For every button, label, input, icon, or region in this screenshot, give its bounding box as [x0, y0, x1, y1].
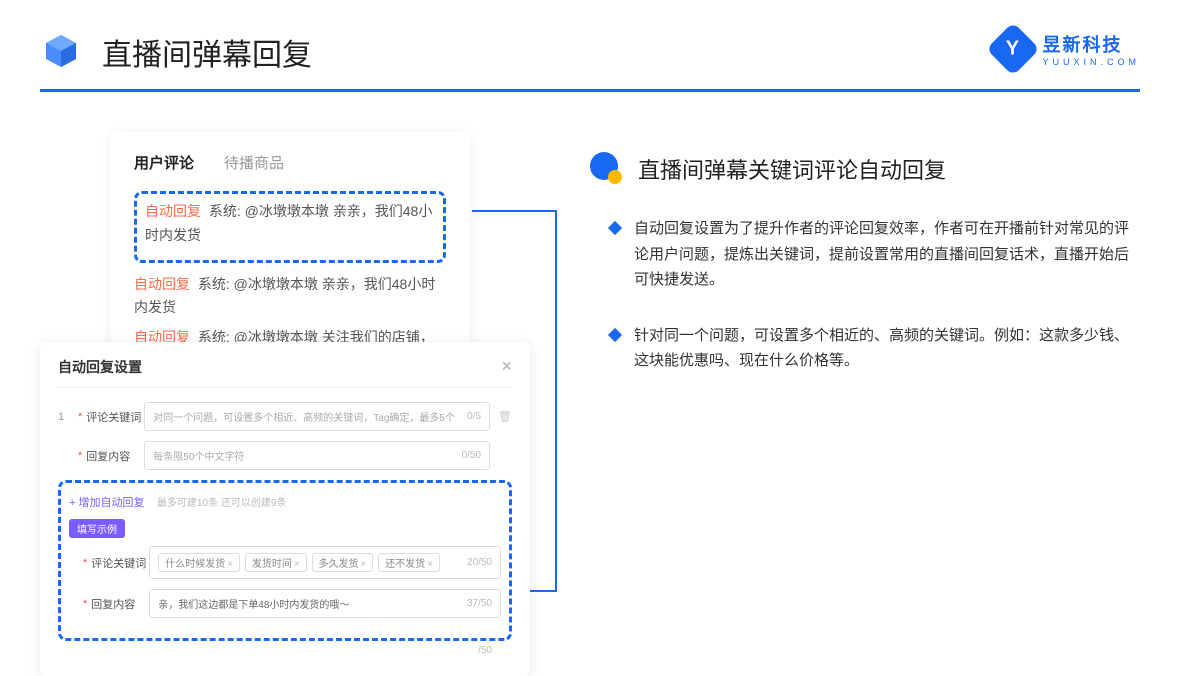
diamond-icon — [608, 221, 622, 235]
bullet-text: 自动回复设置为了提升作者的评论回复效率，作者可在开播前针对常见的评论用户问题，提… — [634, 216, 1140, 293]
keyword-label: 评论关键词 — [86, 409, 144, 425]
bullet-item: 针对同一个问题，可设置多个相近的、高频的关键词。例如：这款多少钱、这块能优惠吗、… — [590, 323, 1140, 374]
example-content-input[interactable]: 亲，我们这边都是下单48小时内发货的哦～ 37/50 — [149, 589, 501, 618]
brand-url: YUUXIN.COM — [1042, 57, 1140, 67]
trash-icon[interactable]: 🗑 — [498, 410, 512, 423]
brand-name: 昱新科技 — [1042, 31, 1140, 57]
bullet-circle-icon — [590, 152, 624, 186]
auto-reply-settings-card: 自动回复设置 × 1 * 评论关键词 对同一个问题，可设置多个相近、高频的关键词… — [40, 342, 530, 676]
required-star: * — [83, 557, 87, 569]
keyword-count: 0/5 — [467, 411, 481, 422]
content-count: 0/50 — [462, 450, 481, 461]
required-star: * — [78, 411, 82, 423]
add-auto-reply-link[interactable]: + 增加自动回复 — [69, 497, 144, 509]
bullet-text: 针对同一个问题，可设置多个相近的、高频的关键词。例如：这款多少钱、这块能优惠吗、… — [634, 323, 1140, 374]
add-hint: 最多可建10条 还可以创建9条 — [157, 498, 286, 509]
example-section: + 增加自动回复 最多可建10条 还可以创建9条 填写示例 * 评论关键词 什么… — [58, 480, 512, 641]
comment-row: 自动回复 系统: @冰墩墩本墩 亲亲，我们48小时内发货 — [134, 273, 446, 321]
example-keyword-count: 20/50 — [467, 557, 492, 568]
brand-icon: Y — [987, 22, 1041, 76]
close-icon[interactable]: × — [501, 356, 512, 377]
example-keyword-label: 评论关键词 — [91, 555, 149, 571]
header-divider — [40, 89, 1140, 92]
content-label: 回复内容 — [86, 448, 144, 464]
highlighted-comment: 自动回复 系统: @冰墩墩本墩 亲亲，我们48小时内发货 — [134, 191, 446, 263]
section-title: 直播间弹幕关键词评论自动回复 — [638, 153, 946, 185]
outer-count: /50 — [478, 645, 492, 656]
tag-chip[interactable]: 什么时候发货× — [158, 553, 240, 572]
connector-line — [472, 210, 557, 212]
row-number: 1 — [58, 411, 78, 423]
content-input[interactable]: 每条限50个中文字符 0/50 — [144, 441, 490, 470]
example-keyword-input[interactable]: 什么时候发货× 发货时间× 多久发货× 还不发货× 20/50 — [149, 546, 501, 579]
comments-tabs: 用户评论 待播商品 — [134, 152, 446, 173]
tag-chip[interactable]: 多久发货× — [312, 553, 374, 572]
page-title: 直播间弹幕回复 — [102, 30, 312, 74]
brand-logo: Y 昱新科技 YUUXIN.COM — [994, 30, 1140, 68]
required-star: * — [78, 450, 82, 462]
bullet-item: 自动回复设置为了提升作者的评论回复效率，作者可在开播前针对常见的评论用户问题，提… — [590, 216, 1140, 293]
connector-line — [555, 210, 557, 590]
logo-cube-icon — [40, 31, 82, 73]
example-content-count: 37/50 — [467, 598, 492, 609]
tab-user-comments[interactable]: 用户评论 — [134, 152, 194, 173]
settings-title: 自动回复设置 — [58, 357, 142, 377]
example-content-label: 回复内容 — [91, 596, 149, 612]
tag-chip[interactable]: 还不发货× — [378, 553, 440, 572]
example-badge: 填写示例 — [69, 519, 125, 538]
section-heading: 直播间弹幕关键词评论自动回复 — [590, 152, 1140, 186]
tab-pending-products[interactable]: 待播商品 — [224, 152, 284, 173]
keyword-input[interactable]: 对同一个问题，可设置多个相近、高频的关键词，Tag确定，最多5个 0/5 — [144, 402, 490, 431]
required-star: * — [83, 598, 87, 610]
tag-chip[interactable]: 发货时间× — [245, 553, 307, 572]
diamond-icon — [608, 327, 622, 341]
comment-row: 自动回复 系统: @冰墩墩本墩 亲亲，我们48小时内发货 — [145, 200, 435, 248]
auto-reply-tag: 自动回复 — [145, 203, 201, 219]
auto-reply-tag: 自动回复 — [134, 276, 190, 292]
